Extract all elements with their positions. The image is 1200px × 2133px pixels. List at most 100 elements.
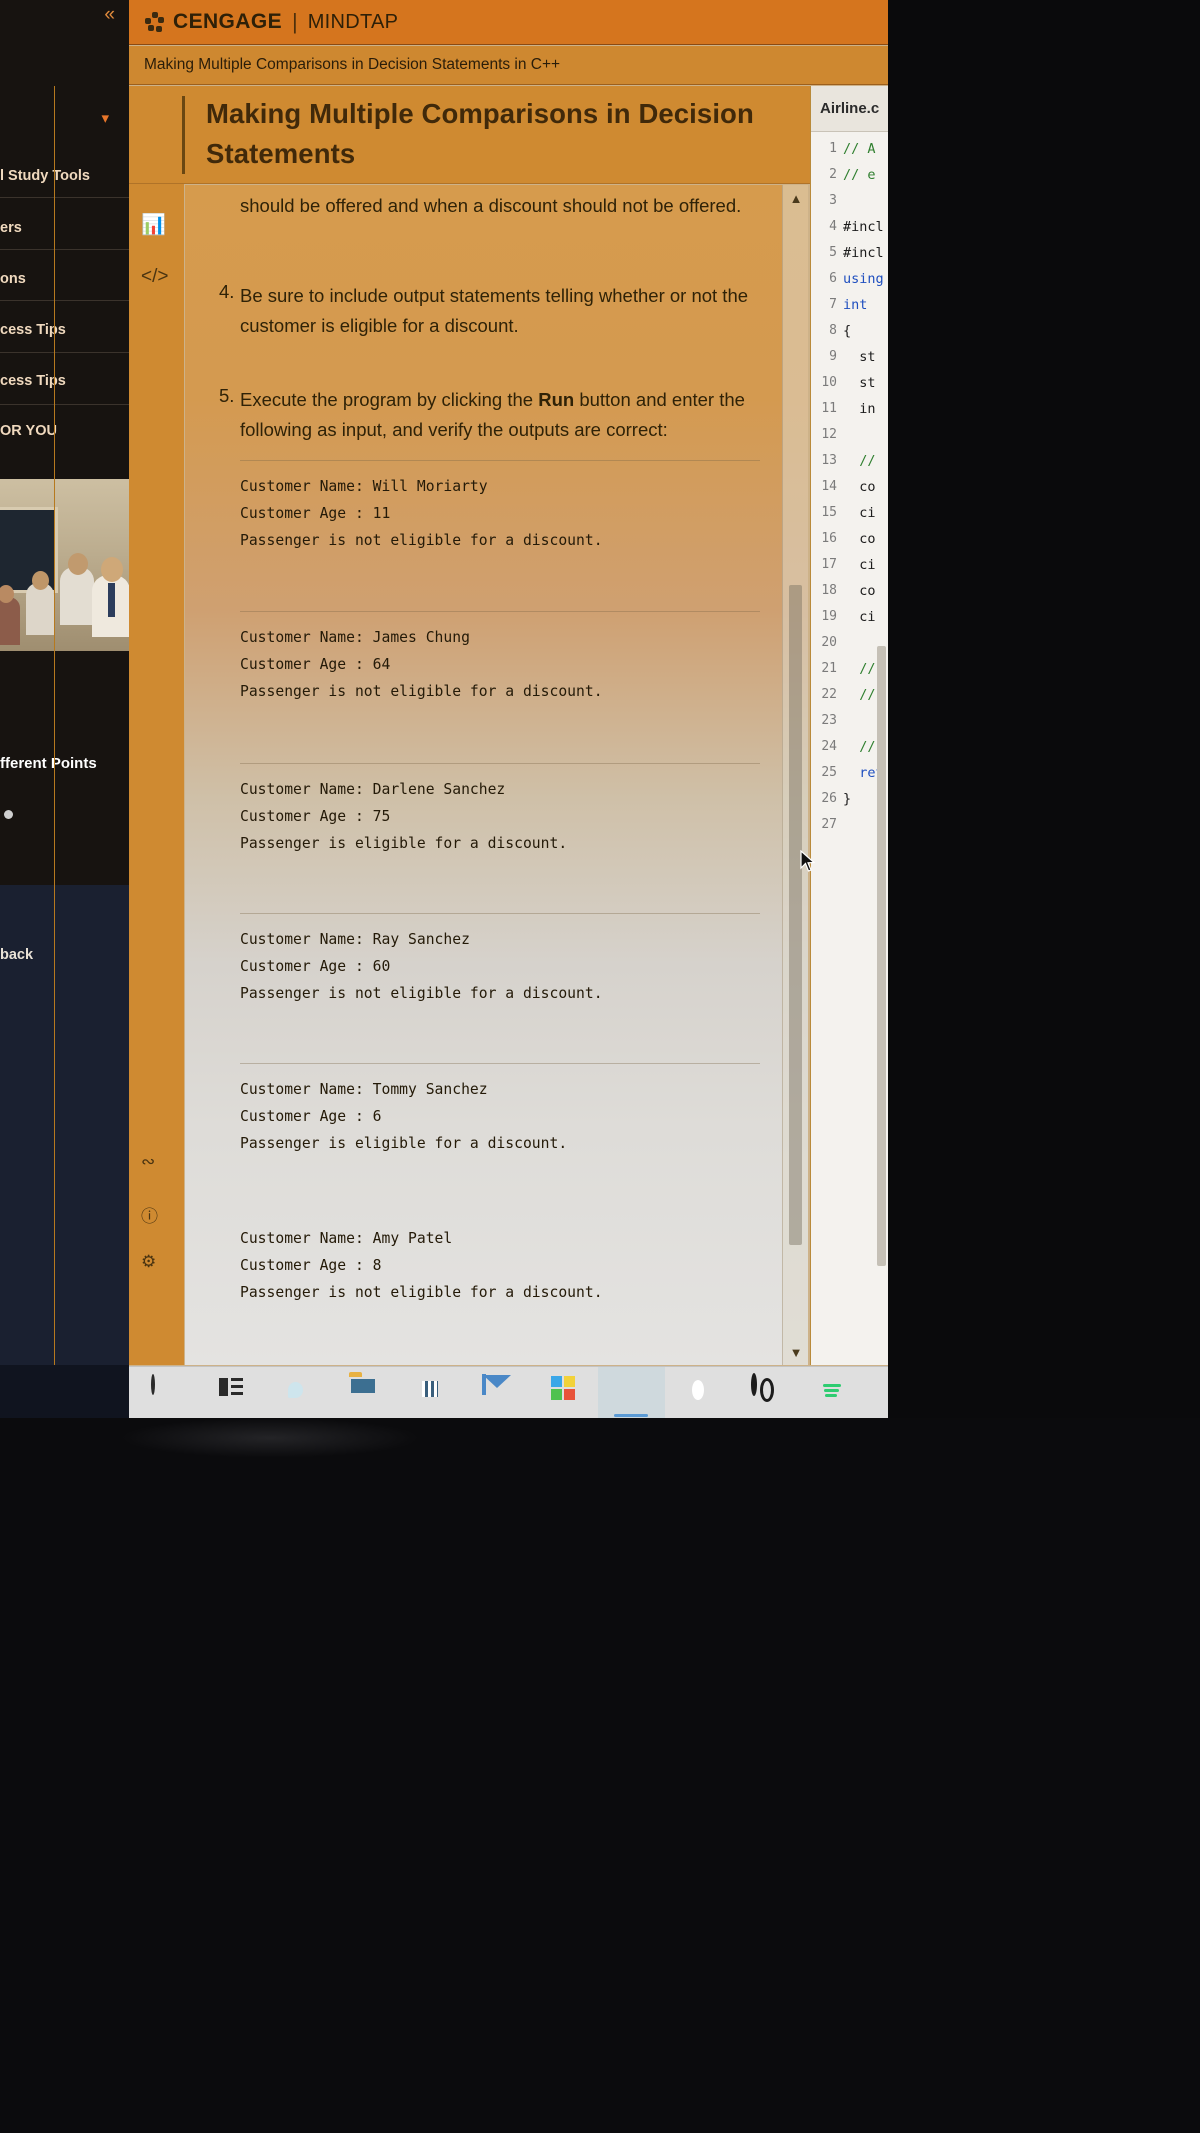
- sidebar-section-for-you: OR YOU: [0, 423, 129, 439]
- code-line[interactable]: 15 ci: [811, 500, 888, 526]
- taskbar-button[interactable]: [598, 1366, 665, 1418]
- taskbar-button[interactable]: [397, 1367, 464, 1419]
- promo-person-2-head: [101, 557, 123, 582]
- bar-chart-icon[interactable]: 📊: [141, 212, 171, 242]
- sidebar-back-button[interactable]: back: [0, 947, 129, 963]
- sidebar-item-label: l Study Tools: [0, 168, 90, 184]
- output-result-line: Passenger is not eligible for a discount…: [240, 985, 603, 1003]
- taskbar-button[interactable]: [196, 1367, 263, 1419]
- help-circle-icon[interactable]: ⓘ: [141, 1202, 171, 1232]
- mail-icon[interactable]: [482, 1374, 486, 1395]
- promo-caption[interactable]: fferent Points: [0, 755, 129, 772]
- cengage-mindtap-logo[interactable]: CENGAGE | MINDTAP: [145, 9, 398, 35]
- photo-desk-glow: [120, 1418, 420, 1458]
- sidebar-item-label: cess Tips: [0, 373, 66, 389]
- promo-carousel-dot[interactable]: [4, 810, 13, 819]
- lesson-paragraph-3-tail: should be offered and when a discount sh…: [240, 195, 742, 216]
- code-line[interactable]: 7 int: [811, 292, 888, 318]
- start-cortana-icon[interactable]: [151, 1374, 155, 1395]
- promo-thumbnail-image[interactable]: [0, 479, 129, 651]
- chevron-up-icon[interactable]: ▲: [789, 191, 803, 206]
- code-line-text: #incl: [843, 245, 884, 261]
- opera-gx-icon[interactable]: [751, 1373, 757, 1396]
- code-line[interactable]: 11 in: [811, 396, 888, 422]
- output-age-line: Customer Age : 6: [240, 1108, 382, 1126]
- taskbar-button[interactable]: [330, 1367, 397, 1419]
- taskbar-button[interactable]: [531, 1367, 598, 1419]
- code-line[interactable]: 10 st: [811, 370, 888, 396]
- code-line-text: co: [843, 531, 876, 547]
- code-line-number: 5: [829, 245, 837, 260]
- sidebar-divider: [0, 404, 129, 405]
- taskbar-button[interactable]: [665, 1367, 732, 1419]
- output-name-line: Customer Name: Will Moriarty: [240, 478, 488, 495]
- windows-taskbar[interactable]: [129, 1366, 888, 1418]
- share-icon[interactable]: ∾: [141, 1152, 171, 1182]
- taskbar-button[interactable]: [129, 1367, 196, 1419]
- scrollbar-thumb[interactable]: [789, 585, 802, 1245]
- code-line-text: ci: [843, 557, 876, 573]
- code-editor-panel[interactable]: Airline.c 1 // A 2 // e 3 4 #incl 5 #incl 6 using 7…: [810, 86, 888, 1365]
- code-line[interactable]: 2 // e: [811, 162, 888, 188]
- code-line[interactable]: 17 ci: [811, 552, 888, 578]
- code-brackets-icon[interactable]: </>: [141, 266, 171, 296]
- code-line-number: 23: [821, 713, 837, 728]
- sidebar-section-label: OR YOU: [0, 423, 57, 439]
- breadcrumb[interactable]: Making Multiple Comparisons in Decision …: [129, 46, 888, 85]
- code-line-text: // e: [843, 167, 876, 183]
- course-sidebar[interactable]: « ▾ l Study Tools ers ons cess Tips cess…: [0, 0, 129, 1365]
- code-line[interactable]: 3: [811, 188, 888, 214]
- sidebar-item-4[interactable]: cess Tips: [0, 322, 129, 338]
- code-line-text: ci: [843, 505, 876, 521]
- code-line-number: 18: [821, 583, 837, 598]
- code-line[interactable]: 6 using: [811, 266, 888, 292]
- list-item-5-text-before: Execute the program by clicking the: [240, 389, 539, 410]
- code-line-text: {: [843, 323, 852, 339]
- code-line-number: 13: [821, 453, 837, 468]
- code-line[interactable]: 4 #incl: [811, 214, 888, 240]
- promo-person-2-tie: [108, 583, 115, 617]
- taskbar-button[interactable]: [263, 1367, 330, 1419]
- code-line[interactable]: 14 co: [811, 474, 888, 500]
- sidebar-item-3[interactable]: ons: [0, 271, 129, 287]
- code-line-text: st: [843, 349, 876, 365]
- output-sample-3: Customer Name: Darlene Sanchez Customer …: [240, 763, 760, 858]
- sidebar-item-2[interactable]: ers: [0, 220, 129, 236]
- activity-icon-rail[interactable]: 🕮 ≣ 📊 </> ∾ ⓘ ⚙: [129, 86, 184, 1365]
- output-sample-5: Customer Name: Tommy Sanchez Customer Ag…: [240, 1063, 760, 1158]
- sidebar-item-5[interactable]: cess Tips: [0, 373, 129, 389]
- code-line[interactable]: 18 co: [811, 578, 888, 604]
- collapse-sidebar-icon[interactable]: «: [104, 4, 114, 26]
- code-line[interactable]: 19 ci: [811, 604, 888, 630]
- mouse-cursor-icon: [800, 849, 816, 874]
- sidebar-item-study-tools[interactable]: l Study Tools: [0, 168, 129, 184]
- promo-person-3: [26, 583, 54, 635]
- code-line[interactable]: 8{: [811, 318, 888, 344]
- code-line[interactable]: 5 #incl: [811, 240, 888, 266]
- code-line-number: 14: [821, 479, 837, 494]
- code-file-tab[interactable]: Airline.c: [811, 86, 888, 132]
- code-line-number: 15: [821, 505, 837, 520]
- taskbar-button[interactable]: [464, 1367, 531, 1419]
- taskbar-button[interactable]: [799, 1367, 866, 1419]
- code-line[interactable]: 9 st: [811, 344, 888, 370]
- lesson-scrollbar[interactable]: ▲ ▼: [782, 185, 808, 1365]
- output-result-line: Passenger is not eligible for a discount…: [240, 1284, 603, 1302]
- code-line[interactable]: 1 // A: [811, 136, 888, 162]
- chevron-down-icon[interactable]: ▼: [789, 1345, 803, 1360]
- code-line[interactable]: 12: [811, 422, 888, 448]
- lesson-content-pane[interactable]: should be offered and when a discount sh…: [185, 185, 808, 1365]
- code-line-text: ci: [843, 609, 876, 625]
- code-line[interactable]: 16 co: [811, 526, 888, 552]
- sidebar-divider: [0, 352, 129, 353]
- code-scrollbar-thumb[interactable]: [877, 646, 886, 1266]
- output-result-line: Passenger is eligible for a discount.: [240, 1135, 568, 1153]
- code-line-number: 24: [821, 739, 837, 754]
- code-line-text: #incl: [843, 219, 884, 235]
- settings-gear-icon[interactable]: ⚙: [141, 1252, 171, 1282]
- list-item-4-text: Be sure to include output statements tel…: [240, 285, 749, 336]
- code-line[interactable]: 13 //: [811, 448, 888, 474]
- taskbar-button[interactable]: [732, 1367, 799, 1419]
- logo-divider: |: [291, 9, 298, 34]
- chevron-down-icon[interactable]: ▾: [101, 109, 109, 127]
